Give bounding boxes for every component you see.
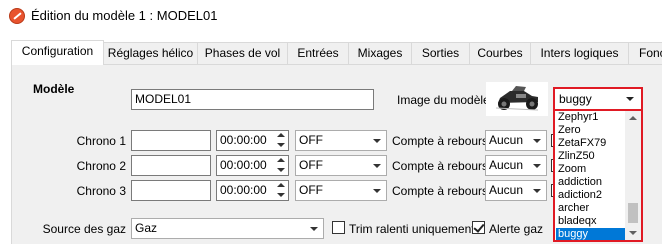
- chrono-1-time-spinner[interactable]: [275, 132, 287, 149]
- tab-helicopter-settings[interactable]: Réglages hélico: [103, 42, 198, 64]
- model-name-input[interactable]: MODEL01: [131, 89, 374, 110]
- chrono-3-mode-select[interactable]: OFF: [295, 180, 387, 201]
- chrono-3-time-input[interactable]: 00:00:00: [216, 180, 289, 201]
- chevron-down-icon[interactable]: [626, 97, 634, 101]
- chrono-2-countdown-label: Compte à rebours: [392, 159, 489, 173]
- trim-idle-label: Trim ralenti uniquement: [349, 222, 475, 236]
- chevron-down-icon: [533, 189, 541, 193]
- throttle-source-value: Gaz: [135, 221, 158, 235]
- trim-idle-checkbox[interactable]: [332, 221, 345, 234]
- model-image-dropdown-list: Zephyr1 Zero ZetaFX79 ZlinZ50 Zoom addic…: [554, 110, 642, 241]
- model-image-select-value: buggy: [559, 92, 592, 106]
- scroll-down-arrow-icon[interactable]: [629, 231, 637, 235]
- throttle-source-label: Source des gaz: [42, 222, 126, 236]
- throttle-warning-checkbox[interactable]: [472, 221, 485, 234]
- dropdown-option[interactable]: adiction2: [556, 189, 625, 202]
- chrono-3-time-value: 00:00:00: [220, 183, 267, 197]
- chrono-2-countdown-select[interactable]: Aucun: [485, 155, 547, 176]
- dropdown-option[interactable]: archer: [556, 202, 625, 215]
- chrono-2-label: Chrono 2: [76, 159, 126, 173]
- dropdown-option-selected[interactable]: buggy: [556, 228, 625, 240]
- chrono-3-name-input[interactable]: [131, 180, 211, 201]
- dropdown-scrollbar[interactable]: [625, 111, 641, 240]
- window-title: Édition du modèle 1 : MODEL01: [31, 8, 218, 23]
- tab-flight-modes[interactable]: Phases de vol: [197, 42, 288, 64]
- chrono-3-countdown-label: Compte à rebours: [392, 184, 489, 198]
- chevron-down-icon: [373, 139, 381, 143]
- model-image-select[interactable]: buggy: [554, 88, 642, 110]
- chrono-1-name-input[interactable]: [131, 130, 211, 151]
- throttle-warning-label: Alerte gaz: [489, 222, 544, 236]
- chrono-1-mode-select[interactable]: OFF: [295, 130, 387, 151]
- dropdown-option[interactable]: bladeqx: [556, 215, 625, 228]
- chrono-1-time-input[interactable]: 00:00:00: [216, 130, 289, 151]
- dropdown-option[interactable]: ZlinZ50: [556, 150, 625, 163]
- chrono-1-countdown-label: Compte à rebours: [392, 134, 489, 148]
- chrono-1-time-value: 00:00:00: [220, 133, 267, 147]
- chrono-2-mode-value: OFF: [299, 158, 323, 172]
- buggy-car-image: [486, 82, 548, 116]
- chrono-1-countdown-select[interactable]: Aucun: [485, 130, 547, 151]
- chrono-3-countdown-value: Aucun: [489, 183, 524, 197]
- tab-special-functions[interactable]: Fonc: [628, 42, 662, 64]
- chrono-2-time-spinner[interactable]: [275, 157, 287, 174]
- chevron-down-icon: [373, 189, 381, 193]
- chevron-down-icon: [533, 139, 541, 143]
- tab-outputs[interactable]: Sorties: [411, 42, 470, 64]
- chrono-1-countdown-value: Aucun: [489, 133, 524, 147]
- chevron-down-icon: [533, 164, 541, 168]
- dropdown-option[interactable]: Zoom: [556, 163, 625, 176]
- tab-logical-switches[interactable]: Inters logiques: [530, 42, 629, 64]
- chrono-2-mode-select[interactable]: OFF: [295, 155, 387, 176]
- chrono-3-mode-value: OFF: [299, 183, 323, 197]
- chrono-2-name-input[interactable]: [131, 155, 211, 176]
- dropdown-option[interactable]: addiction: [556, 176, 625, 189]
- dropdown-option[interactable]: Zephyr1: [556, 111, 625, 124]
- chevron-down-icon: [373, 164, 381, 168]
- dropdown-option[interactable]: ZetaFX79: [556, 137, 625, 150]
- chrono-3-time-spinner[interactable]: [275, 182, 287, 199]
- tab-curves[interactable]: Courbes: [469, 42, 531, 64]
- model-section-label: Modèle: [33, 82, 75, 96]
- chrono-1-mode-value: OFF: [299, 133, 323, 147]
- chrono-2-time-input[interactable]: 00:00:00: [216, 155, 289, 176]
- tab-strip: Configuration Réglages hélico Phases de …: [0, 40, 662, 65]
- chrono-3-countdown-select[interactable]: Aucun: [485, 180, 547, 201]
- tab-mixes[interactable]: Mixages: [348, 42, 412, 64]
- model-image-label: Image du modèle: [397, 93, 490, 107]
- scroll-up-arrow-icon[interactable]: [629, 116, 637, 120]
- throttle-source-select[interactable]: Gaz: [131, 218, 324, 239]
- title-bar: Édition du modèle 1 : MODEL01: [0, 0, 662, 30]
- dropdown-option[interactable]: Zero: [556, 124, 625, 137]
- scrollbar-thumb[interactable]: [628, 203, 638, 223]
- chrono-3-label: Chrono 3: [76, 184, 126, 198]
- chrono-1-label: Chrono 1: [76, 134, 126, 148]
- tab-configuration[interactable]: Configuration: [11, 40, 104, 65]
- chrono-2-time-value: 00:00:00: [220, 158, 267, 172]
- chevron-down-icon: [310, 227, 318, 231]
- tab-inputs[interactable]: Entrées: [287, 42, 349, 64]
- chrono-2-countdown-value: Aucun: [489, 158, 524, 172]
- app-icon: [9, 8, 25, 24]
